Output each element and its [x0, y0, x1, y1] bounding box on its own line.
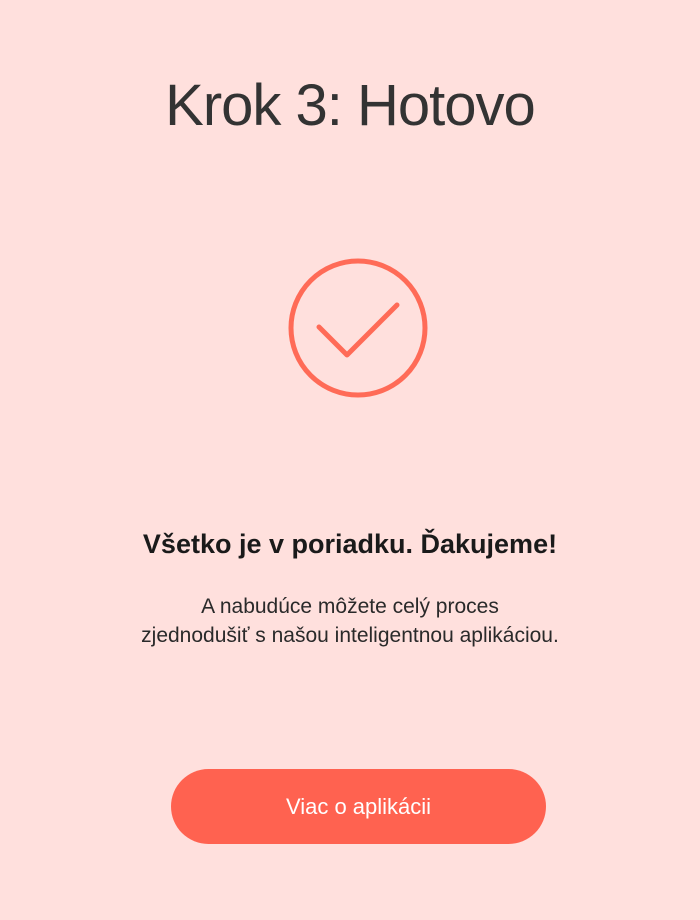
page-title: Krok 3: Hotovo: [165, 73, 536, 138]
check-circle-icon: [286, 256, 430, 400]
description-line-1: A nabudúce môžete celý proces: [201, 595, 499, 618]
more-about-app-button[interactable]: Viac o aplikácii: [171, 769, 546, 844]
confirmation-page: Krok 3: Hotovo Všetko je v poriadku. Ďak…: [0, 0, 700, 920]
description-line-2: zjednodušiť s našou inteligentnou apliká…: [141, 624, 559, 647]
success-description: A nabudúce môžete celý proces zjednoduši…: [80, 592, 620, 650]
success-headline: Všetko je v poriadku. Ďakujeme!: [142, 529, 558, 559]
